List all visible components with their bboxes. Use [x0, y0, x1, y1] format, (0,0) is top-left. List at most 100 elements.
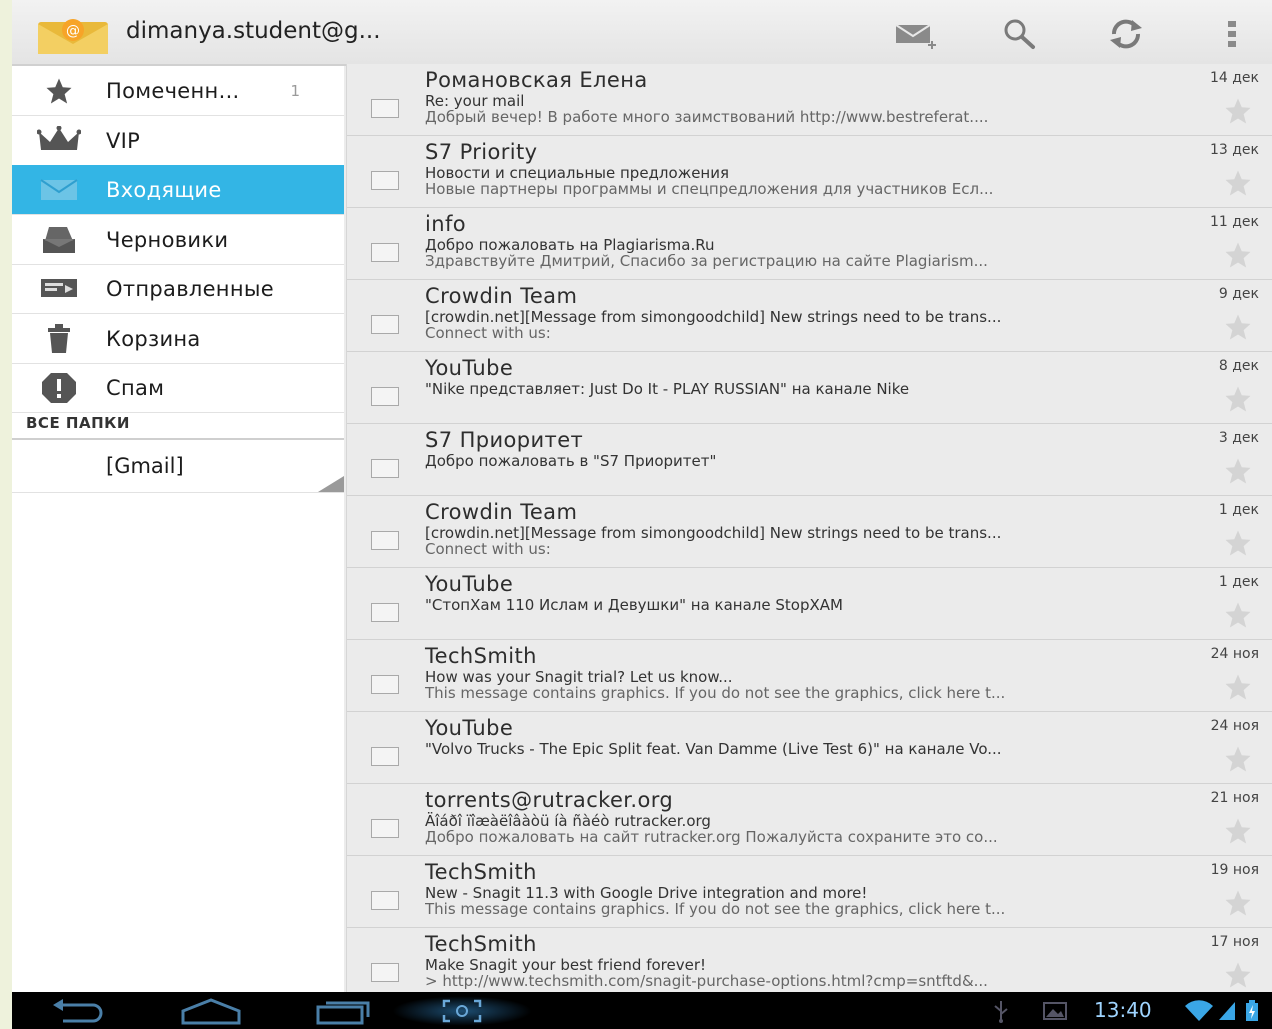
- message-row[interactable]: YouTube "Volvo Trucks - The Epic Split f…: [347, 712, 1272, 784]
- select-checkbox[interactable]: [371, 315, 399, 334]
- wifi-icon: [1182, 996, 1216, 1026]
- message-date: 21 ноя: [1210, 790, 1259, 806]
- message-snippet: Добро пожаловать на сайт rutracker.org П…: [425, 828, 998, 846]
- select-checkbox[interactable]: [371, 819, 399, 838]
- message-row[interactable]: Crowdin Team [crowdin.net][Message from …: [347, 280, 1272, 352]
- folder-label: Спам: [106, 375, 165, 400]
- select-checkbox[interactable]: [371, 243, 399, 262]
- message-date: 13 дек: [1209, 142, 1259, 158]
- select-checkbox[interactable]: [371, 387, 399, 406]
- select-checkbox[interactable]: [371, 459, 399, 478]
- message-sender: Crowdin Team: [425, 284, 578, 308]
- message-sender: Crowdin Team: [425, 500, 578, 524]
- folder-label: Входящие: [106, 177, 222, 202]
- message-row[interactable]: S7 Приоритет Добро пожаловать в "S7 Прио…: [347, 424, 1272, 496]
- folder-label: Черновики: [106, 227, 229, 252]
- message-sender: torrents@rutracker.org: [425, 788, 674, 812]
- search-icon[interactable]: [990, 12, 1050, 56]
- star-toggle-icon[interactable]: [1223, 744, 1253, 774]
- message-row[interactable]: Романовская Елена Re: your mail Добрый в…: [347, 64, 1272, 136]
- message-snippet: Добрый вечер! В работе много заимствован…: [425, 108, 989, 126]
- message-sender: TechSmith: [425, 932, 537, 956]
- message-subject: "СтопХам 110 Ислам и Девушки" на канале …: [425, 596, 843, 614]
- select-checkbox[interactable]: [371, 531, 399, 550]
- select-checkbox[interactable]: [371, 99, 399, 118]
- select-checkbox[interactable]: [371, 171, 399, 190]
- folder-spam[interactable]: Спам: [12, 363, 344, 413]
- drafts-icon: [12, 225, 106, 255]
- select-checkbox[interactable]: [371, 747, 399, 766]
- folder-label: Помеченн...: [106, 78, 240, 103]
- folder-count: 1: [290, 81, 300, 100]
- star-toggle-icon[interactable]: [1223, 600, 1253, 630]
- select-checkbox[interactable]: [371, 963, 399, 982]
- folder-label: [Gmail]: [106, 454, 184, 478]
- system-navigation-bar: 13:40: [12, 992, 1272, 1029]
- screenshot-icon[interactable]: [392, 996, 532, 1026]
- message-row[interactable]: Crowdin Team [crowdin.net][Message from …: [347, 496, 1272, 568]
- inbox-icon: [12, 177, 106, 203]
- message-row[interactable]: TechSmith How was your Snagit trial? Let…: [347, 640, 1272, 712]
- compose-icon[interactable]: [886, 12, 946, 56]
- account-name[interactable]: dimanya.student@g...: [126, 18, 381, 44]
- message-snippet: Здравствуйте Дмитрий, Спасибо за регистр…: [425, 252, 988, 270]
- message-row[interactable]: torrents@rutracker.org Äîáðî ïîæàëîâàòü …: [347, 784, 1272, 856]
- message-row[interactable]: YouTube "СтопХам 110 Ислам и Девушки" на…: [347, 568, 1272, 640]
- overflow-menu-icon[interactable]: [1202, 12, 1262, 56]
- folder-starred[interactable]: Помеченн... 1: [12, 66, 344, 116]
- action-bar: @ dimanya.student@g...: [12, 0, 1272, 66]
- star-toggle-icon[interactable]: [1223, 168, 1253, 198]
- message-snippet: > http://www.techsmith.com/snagit-purcha…: [425, 972, 988, 990]
- sent-icon: [12, 276, 106, 302]
- refresh-icon[interactable]: [1096, 12, 1156, 56]
- folder-gmail[interactable]: [Gmail]: [12, 442, 344, 493]
- message-date: 17 ноя: [1210, 934, 1259, 950]
- message-row[interactable]: info Добро пожаловать на Plagiarisma.Ru …: [347, 208, 1272, 280]
- message-date: 1 дек: [1218, 574, 1259, 590]
- folder-label: Отправленные: [106, 276, 274, 301]
- message-snippet: This message contains graphics. If you d…: [425, 900, 1006, 918]
- message-date: 11 дек: [1209, 214, 1259, 230]
- email-app-icon[interactable]: @: [36, 14, 110, 56]
- select-checkbox[interactable]: [371, 675, 399, 694]
- star-toggle-icon[interactable]: [1223, 456, 1253, 486]
- message-sender: Романовская Елена: [425, 68, 648, 92]
- star-toggle-icon[interactable]: [1223, 672, 1253, 702]
- message-snippet: Connect with us:: [425, 324, 551, 342]
- email-app-screen: @ dimanya.student@g... Помеченн... 1 VIP…: [12, 0, 1272, 1029]
- select-checkbox[interactable]: [371, 603, 399, 622]
- trash-icon: [12, 323, 106, 355]
- message-snippet: Новые партнеры программы и спецпредложен…: [425, 180, 994, 198]
- folder-drafts[interactable]: Черновики: [12, 215, 344, 265]
- star-toggle-icon[interactable]: [1223, 312, 1253, 342]
- star-toggle-icon[interactable]: [1223, 528, 1253, 558]
- message-date: 24 ноя: [1210, 646, 1259, 662]
- folder-trash[interactable]: Корзина: [12, 314, 344, 364]
- spam-icon: [12, 372, 106, 404]
- usb-icon: [988, 996, 1014, 1026]
- svg-text:@: @: [66, 23, 80, 39]
- star-toggle-icon[interactable]: [1223, 96, 1253, 126]
- select-checkbox[interactable]: [371, 891, 399, 910]
- message-sender: YouTube: [425, 572, 514, 596]
- star-toggle-icon[interactable]: [1223, 816, 1253, 846]
- message-sender: YouTube: [425, 356, 514, 380]
- folder-sent[interactable]: Отправленные: [12, 264, 344, 314]
- all-folders-header: ВСЕ ПАПКИ: [26, 414, 130, 432]
- section-divider: [12, 438, 344, 440]
- message-subject: Добро пожаловать в "S7 Приоритет": [425, 452, 717, 470]
- folder-inbox[interactable]: Входящие: [12, 165, 344, 215]
- message-row[interactable]: TechSmith Make Snagit your best friend f…: [347, 928, 1272, 1000]
- star-toggle-icon[interactable]: [1223, 888, 1253, 918]
- star-toggle-icon[interactable]: [1223, 960, 1253, 990]
- message-sender: info: [425, 212, 466, 236]
- folder-vip[interactable]: VIP: [12, 116, 344, 166]
- star-toggle-icon[interactable]: [1223, 384, 1253, 414]
- message-row[interactable]: TechSmith New - Snagit 11.3 with Google …: [347, 856, 1272, 928]
- recent-apps-icon[interactable]: [312, 996, 376, 1026]
- message-row[interactable]: S7 Priority Новости и специальные предло…: [347, 136, 1272, 208]
- back-icon[interactable]: [48, 996, 110, 1026]
- star-toggle-icon[interactable]: [1223, 240, 1253, 270]
- home-icon[interactable]: [178, 996, 244, 1026]
- message-row[interactable]: YouTube "Nike представляет: Just Do It -…: [347, 352, 1272, 424]
